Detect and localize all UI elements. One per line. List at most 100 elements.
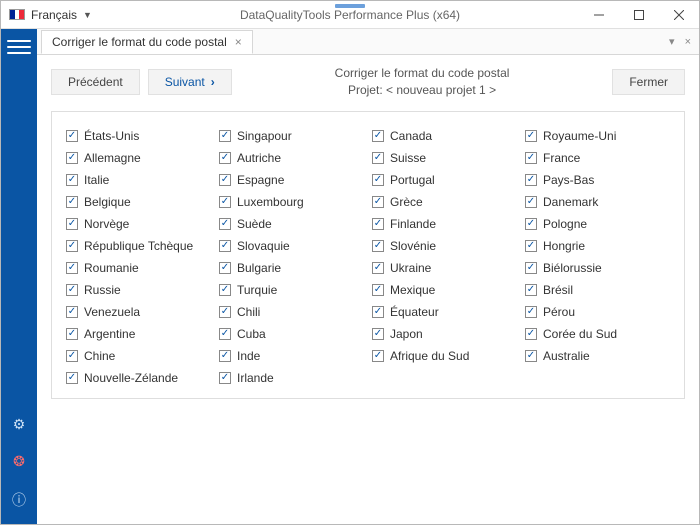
gear-icon[interactable]: ⚙: [13, 416, 26, 433]
country-label: Venezuela: [84, 305, 140, 319]
country-checkbox[interactable]: Slovénie: [372, 236, 517, 256]
checkbox-icon: [372, 328, 384, 340]
country-checkbox[interactable]: Espagne: [219, 170, 364, 190]
country-checkbox[interactable]: Autriche: [219, 148, 364, 168]
checkbox-icon: [66, 284, 78, 296]
country-checkbox[interactable]: Équateur: [372, 302, 517, 322]
country-checkbox[interactable]: Grèce: [372, 192, 517, 212]
checkbox-icon: [219, 174, 231, 186]
country-checkbox[interactable]: Pérou: [525, 302, 670, 322]
tab-close-all[interactable]: ×: [685, 36, 691, 48]
country-checkbox[interactable]: Danemark: [525, 192, 670, 212]
tab-options-dash[interactable]: ▾: [669, 35, 675, 48]
country-checkbox[interactable]: Japon: [372, 324, 517, 344]
country-checkbox[interactable]: Chili: [219, 302, 364, 322]
country-checkbox[interactable]: Nouvelle-Zélande: [66, 368, 211, 388]
country-checkbox[interactable]: Irlande: [219, 368, 364, 388]
country-label: Grèce: [390, 195, 423, 209]
country-checkbox[interactable]: Singapour: [219, 126, 364, 146]
checkbox-icon: [66, 130, 78, 142]
checkbox-icon: [525, 284, 537, 296]
close-icon: [674, 10, 684, 20]
country-checkbox[interactable]: Biélorussie: [525, 258, 670, 278]
country-checkbox[interactable]: Argentine: [66, 324, 211, 344]
next-button[interactable]: Suivant ›: [148, 69, 232, 95]
checkbox-icon: [372, 306, 384, 318]
country-label: Slovénie: [390, 239, 436, 253]
country-checkbox[interactable]: République Tchèque: [66, 236, 211, 256]
checkbox-icon: [66, 306, 78, 318]
country-checkbox[interactable]: Allemagne: [66, 148, 211, 168]
country-checkbox[interactable]: Luxembourg: [219, 192, 364, 212]
checkbox-icon: [66, 262, 78, 274]
country-label: Russie: [84, 283, 121, 297]
country-label: Corée du Sud: [543, 327, 617, 341]
country-label: Mexique: [390, 283, 435, 297]
country-checkbox[interactable]: Bulgarie: [219, 258, 364, 278]
country-label: République Tchèque: [84, 239, 193, 253]
country-checkbox[interactable]: Turquie: [219, 280, 364, 300]
country-checkbox[interactable]: Royaume-Uni: [525, 126, 670, 146]
country-checkbox[interactable]: Finlande: [372, 214, 517, 234]
checkbox-icon: [525, 240, 537, 252]
close-label: Fermer: [629, 75, 668, 89]
country-label: Chine: [84, 349, 115, 363]
close-window-button[interactable]: [659, 1, 699, 29]
country-checkbox[interactable]: États-Unis: [66, 126, 211, 146]
country-checkbox[interactable]: Italie: [66, 170, 211, 190]
checkbox-icon: [219, 328, 231, 340]
country-checkbox[interactable]: Inde: [219, 346, 364, 366]
checkbox-icon: [525, 306, 537, 318]
flag-icon: [9, 9, 25, 20]
info-icon[interactable]: ⓘ: [12, 490, 26, 510]
country-label: Espagne: [237, 173, 284, 187]
country-label: Danemark: [543, 195, 598, 209]
country-label: Pérou: [543, 305, 575, 319]
country-label: Italie: [84, 173, 109, 187]
country-checkbox[interactable]: Ukraine: [372, 258, 517, 278]
country-checkbox[interactable]: Pologne: [525, 214, 670, 234]
country-checkbox[interactable]: Russie: [66, 280, 211, 300]
checkbox-icon: [525, 174, 537, 186]
country-checkbox[interactable]: Suisse: [372, 148, 517, 168]
country-checkbox[interactable]: Mexique: [372, 280, 517, 300]
country-checkbox[interactable]: Venezuela: [66, 302, 211, 322]
checkbox-icon: [66, 350, 78, 362]
country-label: Belgique: [84, 195, 131, 209]
checkbox-icon: [525, 152, 537, 164]
country-checkbox[interactable]: Pays-Bas: [525, 170, 670, 190]
tab-label: Corriger le format du code postal: [52, 35, 227, 49]
minimize-button[interactable]: [579, 1, 619, 29]
country-checkbox[interactable]: Chine: [66, 346, 211, 366]
country-checkbox[interactable]: Roumanie: [66, 258, 211, 278]
country-checkbox[interactable]: Portugal: [372, 170, 517, 190]
country-checkbox[interactable]: Australie: [525, 346, 670, 366]
maximize-button[interactable]: [619, 1, 659, 29]
checkbox-icon: [66, 240, 78, 252]
country-checkbox[interactable]: Canada: [372, 126, 517, 146]
checkbox-icon: [66, 174, 78, 186]
country-checkbox[interactable]: Brésil: [525, 280, 670, 300]
country-checkbox[interactable]: Corée du Sud: [525, 324, 670, 344]
main-area: Corriger le format du code postal × ▾ × …: [37, 29, 699, 524]
menu-button[interactable]: [7, 35, 31, 59]
country-checkbox[interactable]: Belgique: [66, 192, 211, 212]
checkbox-icon: [525, 262, 537, 274]
country-checkbox[interactable]: Afrique du Sud: [372, 346, 517, 366]
country-checkbox[interactable]: Suède: [219, 214, 364, 234]
prev-button[interactable]: Précédent: [51, 69, 140, 95]
country-label: Irlande: [237, 371, 274, 385]
tab-postal-format[interactable]: Corriger le format du code postal ×: [41, 30, 253, 54]
country-checkbox[interactable]: Cuba: [219, 324, 364, 344]
project-text: Projet: < nouveau projet 1 >: [240, 82, 605, 99]
country-checkbox[interactable]: France: [525, 148, 670, 168]
tab-close-button[interactable]: ×: [235, 35, 242, 49]
checkbox-icon: [219, 218, 231, 230]
checkbox-icon: [372, 284, 384, 296]
help-lifesaver-icon[interactable]: ❂: [13, 453, 25, 470]
country-checkbox[interactable]: Hongrie: [525, 236, 670, 256]
country-checkbox[interactable]: Norvège: [66, 214, 211, 234]
close-button[interactable]: Fermer: [612, 69, 685, 95]
language-selector[interactable]: Français ▼: [1, 8, 100, 22]
country-checkbox[interactable]: Slovaquie: [219, 236, 364, 256]
